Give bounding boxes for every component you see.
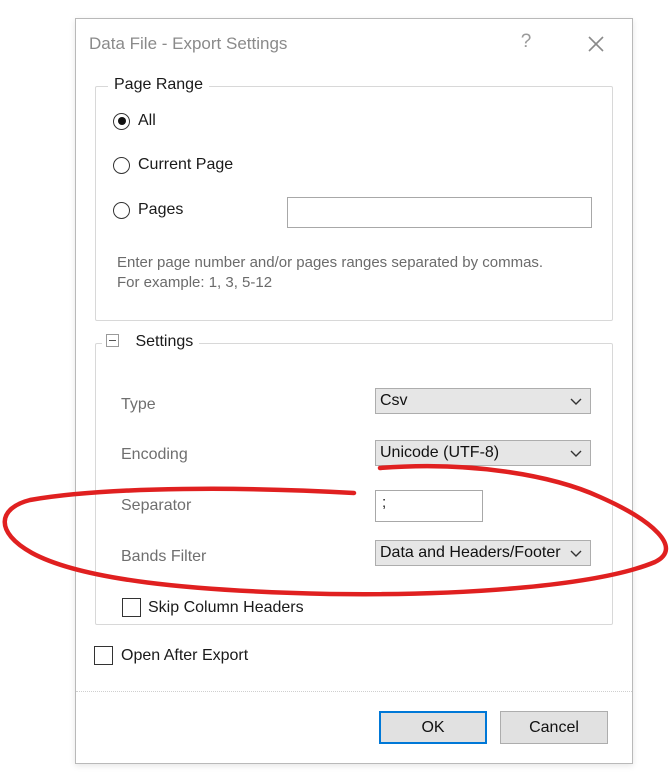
ok-button[interactable]: OK xyxy=(379,711,487,744)
settings-legend: Settings xyxy=(135,333,194,350)
radio-pages-label: Pages xyxy=(138,201,184,218)
footer-divider xyxy=(76,691,632,692)
page-range-group: Page Range All Current Page Pages Enter … xyxy=(95,76,613,321)
cancel-button[interactable]: Cancel xyxy=(500,711,608,744)
radio-all[interactable]: All xyxy=(113,112,156,130)
type-label: Type xyxy=(121,396,156,413)
open-after-export-checkbox[interactable] xyxy=(94,646,113,665)
separator-label: Separator xyxy=(121,497,192,514)
chevron-down-icon xyxy=(570,450,582,457)
page-range-legend: Page Range xyxy=(108,76,209,94)
encoding-label: Encoding xyxy=(121,446,188,463)
bands-filter-select-value: Data and Headers/Footer xyxy=(380,544,561,561)
radio-current-page-indicator[interactable] xyxy=(113,156,130,174)
radio-pages-indicator[interactable] xyxy=(113,201,130,219)
dialog-title: Data File - Export Settings xyxy=(89,34,288,53)
separator-input[interactable]: ; xyxy=(375,490,483,522)
radio-all-label: All xyxy=(138,112,156,129)
type-select-value: Csv xyxy=(380,392,408,409)
close-icon xyxy=(588,36,604,52)
export-settings-dialog: Data File - Export Settings ? Page Range… xyxy=(75,18,633,764)
encoding-select[interactable]: Unicode (UTF-8) xyxy=(375,440,591,466)
skip-column-headers-checkbox[interactable] xyxy=(122,598,141,617)
chevron-down-icon xyxy=(570,550,582,557)
bands-filter-select[interactable]: Data and Headers/Footer xyxy=(375,540,591,566)
collapse-minus-icon[interactable] xyxy=(106,334,119,347)
radio-pages[interactable]: Pages xyxy=(113,201,183,219)
page-range-hint-line2: For example: 1, 3, 5-12 xyxy=(117,274,273,291)
page-range-hint-line1: Enter page number and/or pages ranges se… xyxy=(117,254,544,271)
radio-current-page-label: Current Page xyxy=(138,156,234,173)
open-after-export-label: Open After Export xyxy=(121,647,249,664)
type-select[interactable]: Csv xyxy=(375,388,591,414)
radio-all-indicator[interactable] xyxy=(113,112,130,130)
encoding-select-value: Unicode (UTF-8) xyxy=(380,444,500,461)
settings-group: Settings Type Csv Encoding Unicode (UTF-… xyxy=(95,333,613,625)
pages-input[interactable] xyxy=(287,197,592,228)
skip-column-headers-label: Skip Column Headers xyxy=(148,599,304,616)
chevron-down-icon xyxy=(570,398,582,405)
settings-legend-wrap: Settings xyxy=(102,333,200,351)
bands-filter-label: Bands Filter xyxy=(121,548,207,565)
close-button[interactable] xyxy=(581,29,611,59)
radio-current-page[interactable]: Current Page xyxy=(113,156,233,174)
help-button[interactable]: ? xyxy=(513,29,539,55)
